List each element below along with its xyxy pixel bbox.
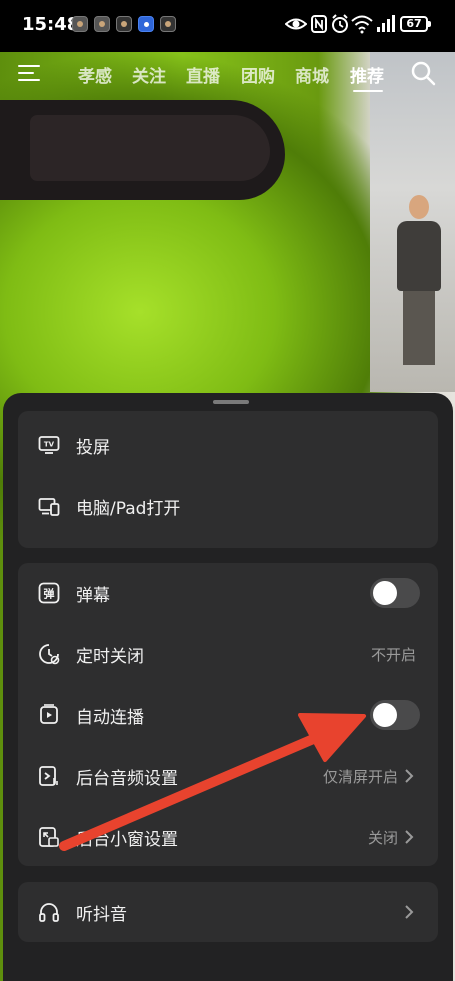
tab-following[interactable]: 关注: [132, 62, 166, 87]
open-on-computer-row[interactable]: 电脑/Pad打开: [18, 476, 438, 536]
danmaku-row: 弹 弹幕: [18, 563, 438, 623]
app-notification-icon: [160, 16, 176, 32]
eye-icon: [285, 18, 307, 30]
autoplay-row: 自动连播: [18, 685, 438, 745]
chevron-right-icon: [405, 905, 414, 919]
svg-text:弹: 弹: [44, 587, 55, 601]
tv-icon: TV: [38, 436, 60, 454]
mini-window-icon: [39, 827, 59, 847]
danmaku-toggle[interactable]: [370, 578, 420, 608]
tab-mall[interactable]: 商城: [295, 62, 329, 87]
status-time: 15:48: [22, 14, 80, 35]
cast-screen-row[interactable]: TV 投屏: [18, 415, 438, 475]
search-icon[interactable]: [410, 60, 436, 86]
sleep-timer-row[interactable]: 定时关闭 不开启: [18, 624, 438, 684]
mini-window-value: 关闭: [367, 829, 398, 847]
menu-icon[interactable]: [18, 63, 42, 83]
background-audio-value: 仅清屏开启: [322, 768, 398, 786]
mini-window-row[interactable]: 后台小窗设置 关闭: [18, 807, 438, 867]
app-notification-icon: [116, 16, 132, 32]
app-notification-icon: [72, 16, 88, 32]
app-notification-icon: [138, 16, 154, 32]
autoplay-label: 自动连播: [76, 708, 144, 728]
tab-group-buy[interactable]: 团购: [241, 62, 275, 87]
devices-icon: [38, 498, 60, 516]
background-audio-label: 后台音频设置: [76, 769, 178, 789]
sleep-timer-value: 不开启: [370, 646, 416, 664]
listen-douyin-row[interactable]: 听抖音: [18, 882, 438, 942]
share-options-group: TV 投屏 电脑/Pad打开: [18, 411, 438, 548]
battery-icon: 67: [400, 16, 431, 32]
background-audio-row[interactable]: 后台音频设置 仅清屏开启: [18, 746, 438, 806]
more-options-sheet: TV 投屏 电脑/Pad打开 弹 弹幕 定时关闭 不开启 自动连播 后台音频设置…: [3, 393, 453, 981]
mini-window-label: 后台小窗设置: [76, 830, 178, 850]
top-nav: 孝感 关注 直播 团购 商城 推荐: [0, 52, 455, 96]
status-bar: 15:48 67: [0, 0, 455, 52]
sleep-timer-label: 定时关闭: [76, 647, 144, 667]
wifi-icon: [351, 15, 373, 34]
danmaku-icon: 弹: [38, 582, 60, 604]
open-on-computer-label: 电脑/Pad打开: [76, 499, 181, 519]
chevron-right-icon: [405, 830, 414, 844]
drag-handle[interactable]: [213, 400, 249, 404]
tab-recommend[interactable]: 推荐: [350, 62, 384, 87]
video-person: [395, 195, 443, 365]
alarm-icon: [332, 14, 348, 33]
background-audio-icon: [39, 766, 58, 786]
active-tab-indicator: [353, 90, 383, 92]
svg-text:TV: TV: [44, 441, 55, 449]
chevron-right-icon: [405, 769, 414, 783]
autoplay-toggle[interactable]: [370, 700, 420, 730]
video-car-detail: [30, 115, 270, 181]
app-screen: 15:48 67 孝感 关注 直播 团购 商城 推荐 TV 投屏 电脑/Pad打…: [0, 0, 455, 981]
tab-live[interactable]: 直播: [186, 62, 220, 87]
danmaku-label: 弹幕: [76, 586, 110, 606]
signal-icon: [377, 15, 395, 32]
headphones-icon: [39, 903, 59, 922]
listen-group: 听抖音: [18, 882, 438, 942]
autoplay-icon: [40, 704, 58, 724]
cast-screen-label: 投屏: [76, 438, 110, 458]
tab-xiaogan[interactable]: 孝感: [78, 62, 112, 87]
nfc-icon: [311, 15, 327, 33]
listen-douyin-label: 听抖音: [76, 905, 127, 925]
app-notification-icon: [94, 16, 110, 32]
timer-icon: [39, 644, 60, 665]
playback-settings-group: 弹 弹幕 定时关闭 不开启 自动连播 后台音频设置 仅清屏开启 后台小窗设置 关…: [18, 563, 438, 866]
